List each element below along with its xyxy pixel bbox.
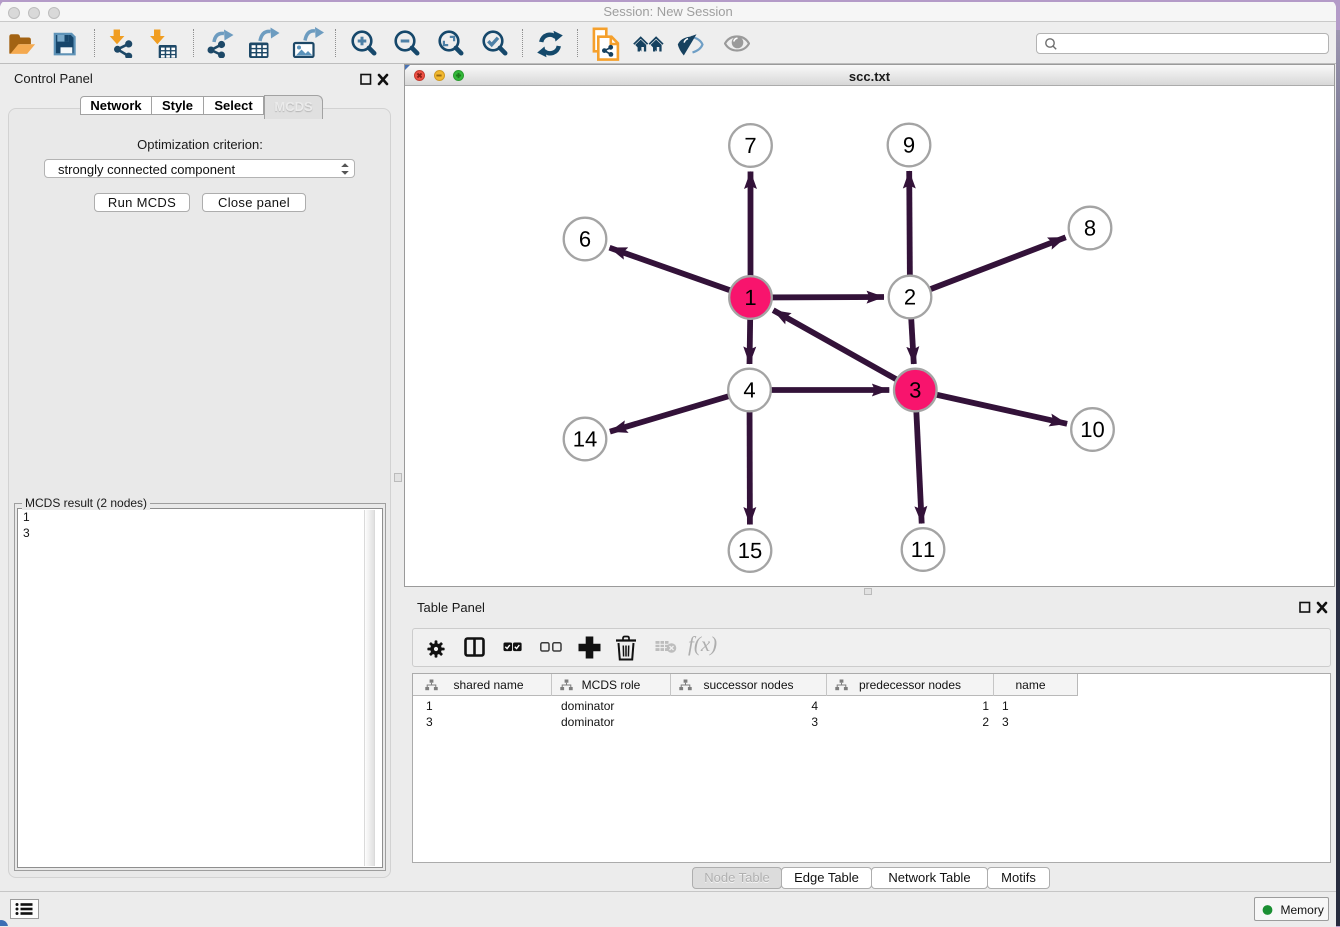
svg-text:Memory: Memory [1281,903,1324,917]
